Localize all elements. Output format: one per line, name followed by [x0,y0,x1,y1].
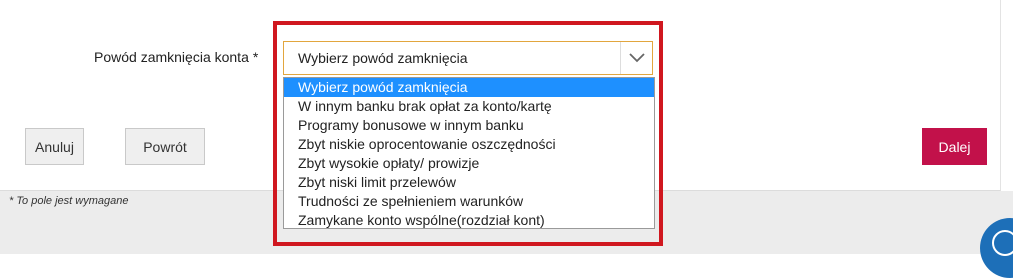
dropdown-option[interactable]: Zbyt niski limit przelewów [284,173,654,192]
next-button[interactable]: Dalej [922,128,987,165]
select-dropdown-list: Wybierz powód zamknięcia W innym banku b… [283,77,655,229]
field-label: Powód zamknięcia konta * [94,49,258,65]
close-reason-select[interactable]: Wybierz powód zamknięcia [283,41,653,75]
dropdown-option[interactable]: Zamykane konto wspólne(rozdział kont) [284,211,654,230]
dropdown-option[interactable]: Zbyt niskie oprocentowanie oszczędności [284,135,654,154]
back-button[interactable]: Powrót [125,128,205,165]
cancel-button[interactable]: Anuluj [25,128,84,165]
dropdown-option[interactable]: Wybierz powód zamknięcia [284,78,654,97]
chevron-down-icon[interactable] [628,50,646,64]
select-value: Wybierz powód zamknięcia [298,50,468,66]
dropdown-option[interactable]: Trudności ze spełnieniem warunków [284,192,654,211]
dropdown-option[interactable]: W innym banku brak opłat za konto/kartę [284,97,654,116]
field-label-text: Powód zamknięcia konta [94,49,249,65]
dropdown-option[interactable]: Zbyt wysokie opłaty/ prowizje [284,154,654,173]
dropdown-option[interactable]: Programy bonusowe w innym banku [284,116,654,135]
select-divider [620,42,621,74]
required-marker: * [252,49,259,65]
required-footnote: * To pole jest wymagane [9,195,129,207]
help-ring [992,230,1013,256]
